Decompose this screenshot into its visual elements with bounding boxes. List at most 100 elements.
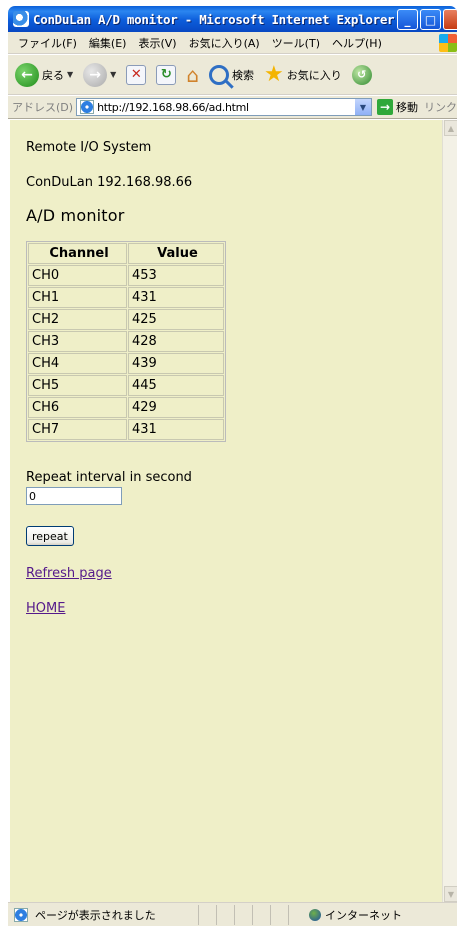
value-cell: 431 bbox=[128, 419, 224, 440]
security-zone: インターネット bbox=[288, 904, 457, 925]
maximize-icon: □ bbox=[424, 12, 437, 27]
page-done-icon bbox=[14, 907, 28, 922]
go-button[interactable]: → 移動 bbox=[377, 99, 418, 115]
go-arrow-icon: → bbox=[377, 99, 393, 115]
value-cell: 445 bbox=[128, 375, 224, 396]
value-cell: 428 bbox=[128, 331, 224, 352]
page-content: Remote I/O System ConDuLan 192.168.98.66… bbox=[10, 120, 447, 902]
menu-bar: ファイル(F) 編集(E) 表示(V) お気に入り(A) ツール(T) ヘルプ(… bbox=[8, 32, 457, 54]
zone-text: インターネット bbox=[325, 908, 402, 922]
channel-cell: CH2 bbox=[28, 309, 127, 330]
forward-dropdown-icon[interactable]: ▼ bbox=[110, 70, 116, 79]
menu-file[interactable]: ファイル(F) bbox=[12, 35, 83, 51]
media-icon: ↺ bbox=[351, 64, 372, 85]
forward-button[interactable]: → ▼ bbox=[80, 59, 119, 91]
table-row: CH3 428 bbox=[28, 331, 224, 352]
forward-arrow-icon: → bbox=[83, 62, 108, 87]
table-row: CH5 445 bbox=[28, 375, 224, 396]
go-label: 移動 bbox=[396, 101, 418, 114]
status-message: ページが表示されました bbox=[8, 907, 198, 923]
menu-view[interactable]: 表示(V) bbox=[132, 35, 182, 51]
channel-cell: CH6 bbox=[28, 397, 127, 418]
status-text: ページが表示されました bbox=[35, 908, 156, 922]
value-cell: 425 bbox=[128, 309, 224, 330]
search-icon bbox=[209, 64, 230, 85]
menu-tools[interactable]: ツール(T) bbox=[266, 35, 326, 51]
refresh-page-link[interactable]: Refresh page bbox=[26, 566, 112, 581]
minimize-button[interactable]: _ bbox=[397, 9, 418, 30]
menu-help[interactable]: ヘルプ(H) bbox=[326, 35, 388, 51]
status-cell bbox=[252, 904, 270, 925]
table-row: CH6 429 bbox=[28, 397, 224, 418]
value-cell: 429 bbox=[128, 397, 224, 418]
stop-button[interactable]: ✕ bbox=[123, 59, 149, 91]
table-row: CH0 453 bbox=[28, 265, 224, 286]
table-row: CH4 439 bbox=[28, 353, 224, 374]
minimize-icon: _ bbox=[404, 12, 411, 27]
status-cell bbox=[234, 904, 252, 925]
interval-label: Repeat interval in second bbox=[26, 470, 192, 485]
status-cell bbox=[216, 904, 234, 925]
channel-cell: CH4 bbox=[28, 353, 127, 374]
links-button[interactable]: リンク bbox=[424, 99, 457, 115]
windows-logo-icon bbox=[439, 34, 457, 52]
maximize-button[interactable]: □ bbox=[420, 9, 441, 30]
favorites-button[interactable]: ★ お気に入り bbox=[261, 59, 345, 91]
device-info: ConDuLan 192.168.98.66 bbox=[26, 175, 193, 190]
page-heading: A/D monitor bbox=[26, 206, 125, 225]
column-header-channel: Channel bbox=[28, 243, 127, 264]
scroll-down-icon[interactable]: ▼ bbox=[444, 886, 457, 902]
home-link[interactable]: HOME bbox=[26, 601, 65, 616]
address-input[interactable]: http://192.168.98.66/ad.html ▼ bbox=[76, 98, 372, 116]
vertical-scrollbar[interactable]: ▲ ▼ bbox=[442, 120, 457, 902]
refresh-icon: ↻ bbox=[156, 64, 177, 85]
back-dropdown-icon[interactable]: ▼ bbox=[67, 70, 73, 79]
ad-table: Channel Value CH0 453 CH1 431 CH2 425 CH3 42… bbox=[26, 241, 226, 442]
value-cell: 453 bbox=[128, 265, 224, 286]
table-header-row: Channel Value bbox=[28, 243, 224, 264]
close-button[interactable] bbox=[443, 9, 457, 30]
table-row: CH1 431 bbox=[28, 287, 224, 308]
table-row: CH7 431 bbox=[28, 419, 224, 440]
column-header-value: Value bbox=[128, 243, 224, 264]
channel-cell: CH0 bbox=[28, 265, 127, 286]
address-dropdown-icon[interactable]: ▼ bbox=[355, 99, 371, 115]
search-label: 検索 bbox=[232, 68, 255, 82]
status-cell bbox=[270, 904, 288, 925]
value-cell: 439 bbox=[128, 353, 224, 374]
repeat-button[interactable]: repeat bbox=[26, 526, 74, 546]
title-bar: ConDuLan A/D monitor - Microsoft Interne… bbox=[8, 6, 457, 32]
channel-cell: CH3 bbox=[28, 331, 127, 352]
star-icon: ★ bbox=[264, 61, 284, 87]
home-icon: ⌂ bbox=[186, 62, 200, 87]
address-label: アドレス(D) bbox=[12, 101, 74, 114]
value-cell: 431 bbox=[128, 287, 224, 308]
address-bar: アドレス(D) http://192.168.98.66/ad.html ▼ →… bbox=[8, 96, 457, 119]
back-label: 戻る bbox=[42, 68, 64, 82]
channel-cell: CH1 bbox=[28, 287, 127, 308]
home-button[interactable]: ⌂ bbox=[183, 59, 202, 91]
media-button[interactable]: ↺ bbox=[349, 59, 375, 91]
page-icon bbox=[80, 100, 95, 114]
menu-edit[interactable]: 編集(E) bbox=[83, 35, 133, 51]
stop-icon: ✕ bbox=[126, 64, 147, 85]
search-button[interactable]: 検索 bbox=[206, 59, 257, 91]
ie-icon bbox=[13, 11, 29, 27]
scroll-up-icon[interactable]: ▲ bbox=[444, 120, 457, 136]
interval-input[interactable] bbox=[26, 487, 122, 505]
back-button[interactable]: ← 戻る ▼ bbox=[12, 59, 76, 91]
status-bar: ページが表示されました インターネット bbox=[8, 902, 457, 926]
status-cell bbox=[198, 904, 216, 925]
channel-cell: CH5 bbox=[28, 375, 127, 396]
menu-favorites[interactable]: お気に入り(A) bbox=[183, 35, 266, 51]
channel-cell: CH7 bbox=[28, 419, 127, 440]
back-arrow-icon: ← bbox=[15, 62, 39, 87]
window-title: ConDuLan A/D monitor - Microsoft Interne… bbox=[33, 11, 395, 27]
address-url: http://192.168.98.66/ad.html bbox=[97, 100, 249, 114]
window-controls: _ □ bbox=[397, 9, 457, 30]
favorites-label: お気に入り bbox=[286, 68, 342, 82]
refresh-button[interactable]: ↻ bbox=[153, 59, 179, 91]
globe-icon bbox=[309, 908, 321, 921]
system-name: Remote I/O System bbox=[26, 140, 152, 155]
toolbar: ← 戻る ▼ → ▼ ✕ ↻ ⌂ 検索 ★ お気に入り ↺ bbox=[8, 55, 457, 95]
